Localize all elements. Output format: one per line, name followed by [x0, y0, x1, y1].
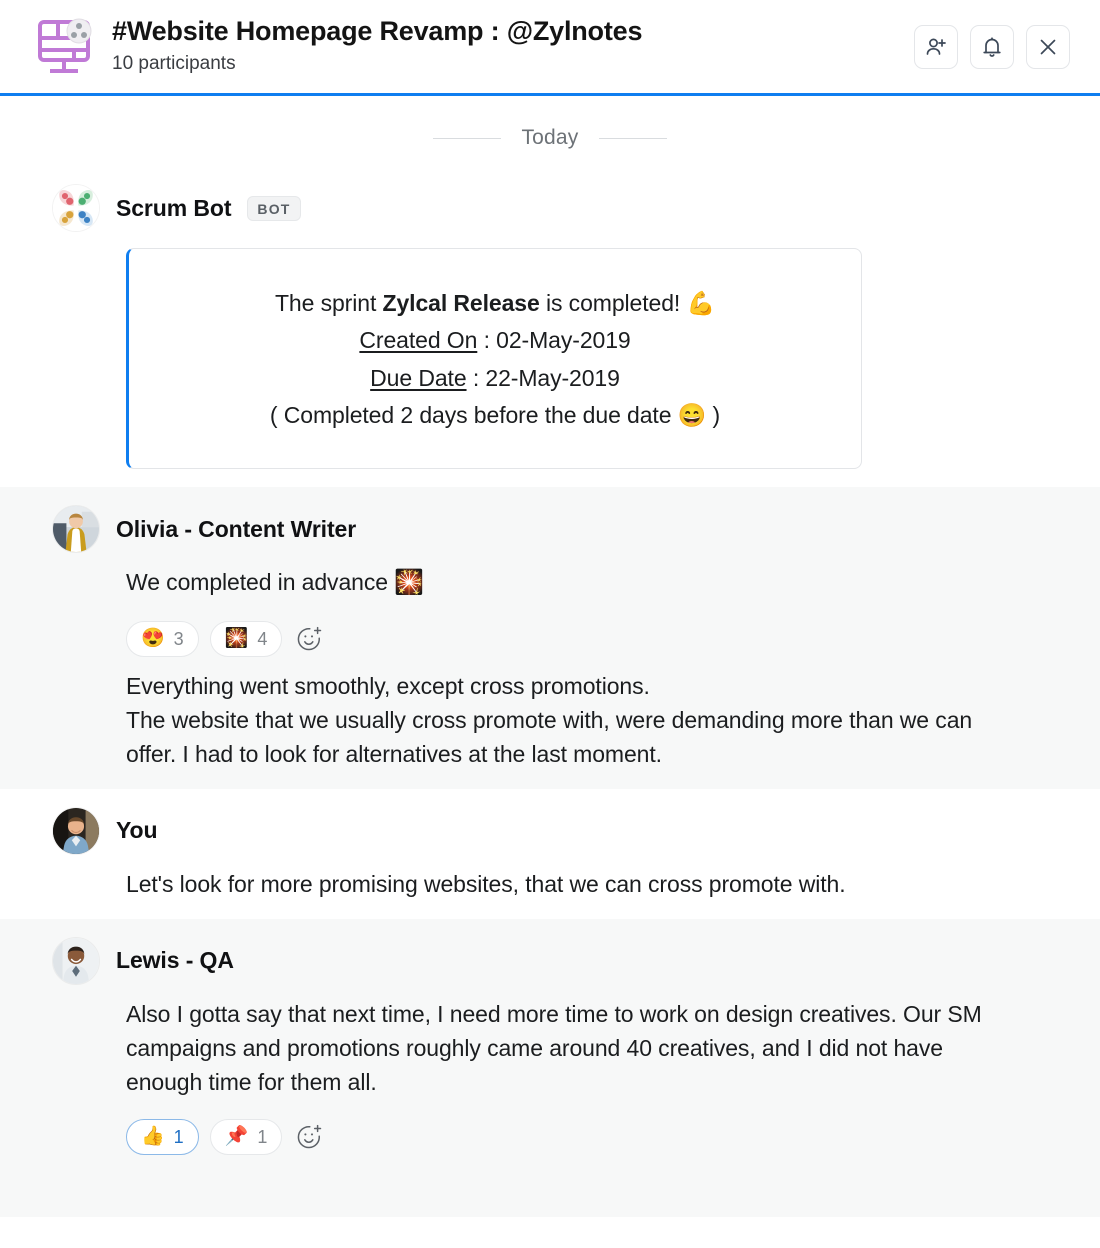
- message-lewis: Lewis - QA Also I gotta say that next ti…: [0, 918, 1100, 1217]
- message-author: You: [116, 817, 158, 844]
- block-tail-space: [0, 1155, 1100, 1199]
- message-text-line-2: Everything went smoothly, except cross p…: [126, 672, 650, 699]
- header-text-group: #Website Homepage Revamp : @Zylnotes 10 …: [112, 16, 914, 77]
- add-reaction-icon: [295, 625, 323, 653]
- thumbs-up-icon: 👍: [141, 1126, 165, 1148]
- message-body: We completed in advance 🎇: [0, 565, 1100, 601]
- reaction-count: 4: [257, 628, 268, 649]
- reaction-heart-eyes[interactable]: 😍 3: [126, 620, 199, 657]
- bell-icon: [980, 35, 1004, 59]
- add-reaction-icon: [295, 1123, 323, 1151]
- message-author: Scrum Bot: [116, 194, 232, 221]
- created-on-value: : 02-May-2019: [477, 327, 631, 354]
- page-title: #Website Homepage Revamp : @Zylnotes: [112, 16, 643, 47]
- sparkler-emoji: 🎇: [394, 569, 425, 596]
- channel-header: #Website Homepage Revamp : @Zylnotes 10 …: [0, 0, 1100, 96]
- card-sprint-name: Zylcal Release: [382, 290, 540, 316]
- card-line-created: Created On : 02-May-2019: [155, 322, 835, 359]
- message-header: Lewis - QA: [0, 936, 1100, 985]
- bot-badge: BOT: [247, 195, 301, 221]
- message-header: You: [0, 806, 1100, 855]
- due-date-value: : 22-May-2019: [466, 364, 620, 391]
- reaction-bar: 👍 1 📌 1: [0, 1118, 1100, 1155]
- message-text-line-3: The website that we usually cross promot…: [126, 706, 973, 767]
- message-text-1: We completed in advance: [126, 569, 395, 595]
- message-list[interactable]: Today Scrum Bot BOT The sprint Zylcal Re…: [0, 96, 1100, 1245]
- sprint-completed-card: The sprint Zylcal Release is completed! …: [126, 248, 862, 469]
- wireframe-layout-icon: [32, 16, 96, 78]
- message-text-line-1: We completed in advance 🎇: [126, 565, 1010, 601]
- participants-count: 10 participants: [112, 53, 236, 75]
- reaction-count: 1: [173, 1126, 184, 1147]
- created-on-label: Created On: [359, 327, 478, 354]
- notifications-button[interactable]: [970, 24, 1014, 69]
- divider-rule-right: [598, 137, 667, 139]
- day-divider: Today: [0, 96, 1100, 166]
- chat-window: #Website Homepage Revamp : @Zylnotes 10 …: [0, 0, 1100, 1248]
- day-label: Today: [521, 126, 579, 149]
- message-olivia: Olivia - Content Writer We completed in …: [0, 487, 1100, 789]
- message-author: Olivia - Content Writer: [116, 515, 357, 542]
- reaction-bar: 😍 3 🎇 4: [0, 620, 1100, 657]
- message-body: Also I gotta say that next time, I need …: [0, 997, 1100, 1099]
- message-body: Let's look for more promising websites, …: [0, 867, 1100, 901]
- message-you: You Let's look for more promising websit…: [0, 788, 1100, 919]
- add-reaction-button[interactable]: [293, 1121, 325, 1153]
- message-scrum-bot: Scrum Bot BOT The sprint Zylcal Release …: [0, 166, 1100, 487]
- close-button[interactable]: [1026, 24, 1070, 69]
- add-reaction-button[interactable]: [293, 623, 325, 655]
- reaction-thumbs-up[interactable]: 👍 1: [126, 1118, 199, 1155]
- card-line1-post: is completed!: [539, 290, 687, 316]
- card-line-note: ( Completed 2 days before the due date 😄…: [155, 397, 835, 434]
- card-line-sprint: The sprint Zylcal Release is completed! …: [155, 285, 835, 322]
- message-header: Olivia - Content Writer: [0, 505, 1100, 553]
- reaction-count: 3: [173, 628, 184, 649]
- close-icon: [1036, 35, 1060, 59]
- message-header: Scrum Bot BOT: [0, 184, 1100, 232]
- add-person-button[interactable]: [914, 24, 958, 69]
- pushpin-icon: 📌: [224, 1126, 249, 1148]
- reaction-sparkler[interactable]: 🎇 4: [209, 620, 283, 657]
- message-text-line-1: Let's look for more promising websites, …: [126, 870, 846, 897]
- lewis-avatar[interactable]: [52, 936, 100, 985]
- message-body-continued: Everything went smoothly, except cross p…: [0, 669, 1100, 771]
- message-author: Lewis - QA: [116, 947, 234, 974]
- divider-rule-left: [433, 137, 502, 139]
- message-text-line-1: Also I gotta say that next time, I need …: [126, 1000, 982, 1095]
- flexed-biceps-emoji: 💪: [686, 290, 716, 316]
- add-person-icon: [924, 35, 948, 59]
- sparkler-icon: 🎇: [224, 628, 249, 650]
- reaction-count: 1: [257, 1126, 268, 1147]
- card-line4-pre: ( Completed 2 days before the due date: [269, 401, 678, 428]
- pinwheel-logo-avatar[interactable]: [52, 184, 100, 232]
- card-line1-pre: The sprint: [274, 290, 383, 316]
- reaction-pushpin[interactable]: 📌 1: [209, 1118, 283, 1155]
- grinning-face-emoji: 😄: [677, 401, 707, 428]
- header-actions: [914, 24, 1070, 69]
- card-line4-post: ): [706, 401, 721, 428]
- heart-eyes-icon: 😍: [141, 628, 165, 650]
- due-date-label: Due Date: [370, 364, 467, 391]
- card-line-due: Due Date : 22-May-2019: [155, 360, 835, 397]
- olivia-avatar[interactable]: [52, 505, 100, 553]
- you-avatar[interactable]: [52, 806, 100, 855]
